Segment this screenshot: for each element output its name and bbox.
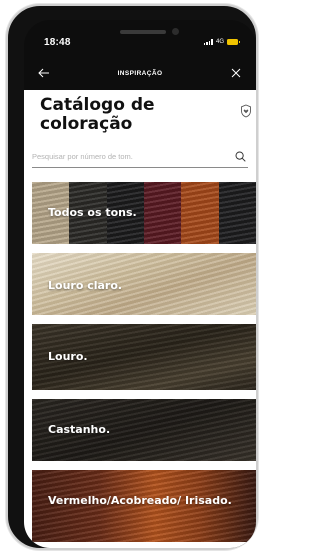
category-card-red-copper[interactable]: Vermelho/Acobreado/ Irisado. [32, 470, 256, 542]
signal-icon [203, 39, 213, 45]
front-camera [172, 28, 179, 35]
category-label: Vermelho/Acobreado/ Irisado. [48, 494, 232, 507]
nav-bar: INSPIRAÇÃO [24, 56, 256, 90]
search-icon[interactable] [235, 151, 246, 162]
category-label: Louro claro. [48, 279, 123, 292]
category-label: Louro. [48, 350, 88, 363]
speaker-notch [120, 30, 166, 34]
category-card-brown[interactable]: Castanho. [32, 399, 256, 461]
close-button[interactable] [228, 65, 244, 81]
page-title: INSPIRAÇÃO [117, 69, 163, 77]
back-button[interactable] [36, 65, 52, 81]
category-card-all-tones[interactable]: Todos os tons. [32, 182, 256, 244]
status-bar: 18:48 4G [24, 20, 256, 56]
network-label: 4G [215, 39, 224, 45]
category-label: Todos os tons. [48, 206, 137, 219]
search-bar [32, 146, 248, 168]
category-label: Castanho. [48, 423, 111, 436]
battery-icon [227, 39, 240, 45]
shield-heart-icon[interactable] [240, 104, 252, 118]
heading-row: Catálogo de coloração [40, 96, 240, 134]
category-card-blonde[interactable]: Louro. [32, 324, 256, 390]
swatch [218, 182, 256, 244]
content-sheet: Catálogo de coloração Pesquisar por núme… [24, 90, 256, 548]
close-icon [231, 68, 241, 78]
app-screen: 18:48 4G INSPIRAÇÃO Catálogo de coloraçã… [24, 20, 256, 548]
status-time: 18:48 [44, 36, 71, 48]
status-indicators: 4G [203, 39, 240, 45]
swatch [181, 182, 219, 244]
category-card-light-blonde[interactable]: Louro claro. [32, 253, 256, 315]
search-input[interactable] [32, 152, 222, 161]
arrow-left-icon [38, 68, 49, 78]
phone-frame: 18:48 4G INSPIRAÇÃO Catálogo de coloraçã… [6, 4, 258, 550]
swatch [143, 182, 182, 244]
catalog-title: Catálogo de coloração [40, 95, 155, 134]
